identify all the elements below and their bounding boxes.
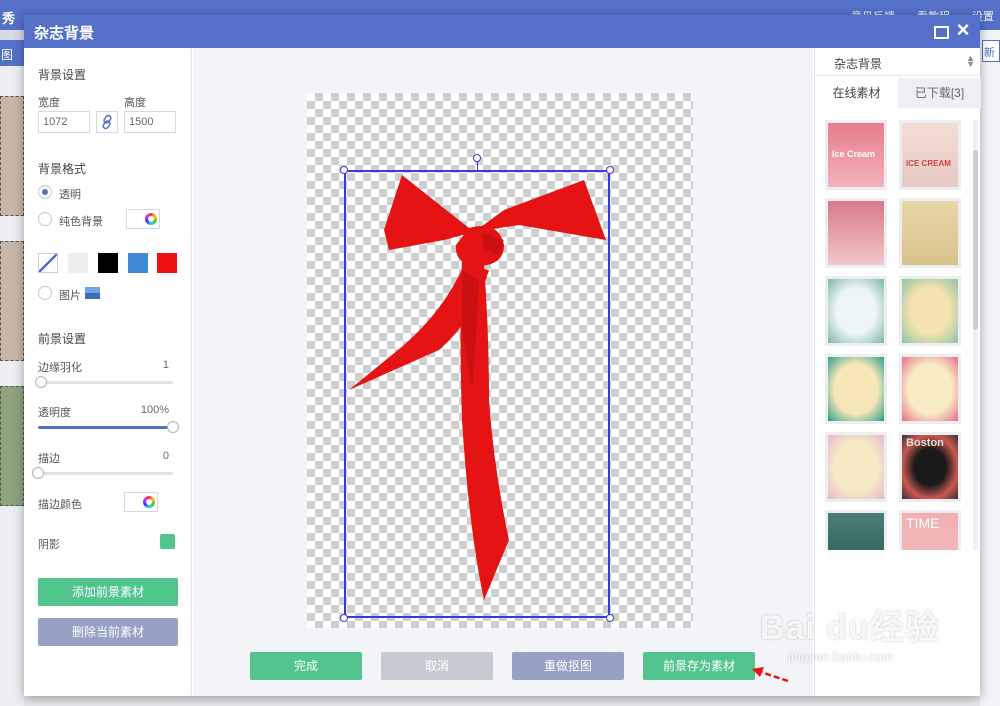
watermark-brand: Bai du经验 [760,609,940,647]
bg-color-picker[interactable] [126,209,160,229]
material-thumb[interactable] [899,354,961,424]
thumbnail-scrollbar[interactable] [973,120,978,550]
feather-slider[interactable] [34,376,173,388]
settings-panel: 背景设置 宽度 高度 1072 1500 背景格式 透明 纯色背景 图片 前景设… [24,48,192,696]
material-thumb[interactable]: ICE CREAM [899,120,961,190]
swatch-blue[interactable] [128,253,148,273]
transparent-radio[interactable] [38,185,52,199]
material-category-value: 杂志背景 [834,57,883,71]
swatch-black[interactable] [98,253,118,273]
opacity-value: 100% [140,404,169,416]
red-arrow-annotation [752,667,789,683]
stroke-slider[interactable] [32,467,173,479]
app-left-strip [0,66,24,706]
tab-downloaded[interactable]: 已下载[3] [898,78,981,108]
opacity-label: 透明度 [38,407,71,419]
rotate-line [477,161,478,170]
material-thumb[interactable] [825,354,887,424]
watermark-url: jingyan.baidu.com [788,649,893,664]
resize-handle[interactable] [606,166,614,174]
shadow-toggle[interactable] [160,534,175,549]
background-format-title: 背景格式 [38,162,87,176]
material-thumb[interactable] [825,510,887,550]
opacity-slider-knob[interactable] [167,421,179,433]
app-right-strip [980,30,1000,706]
solid-color-radio[interactable] [38,212,52,226]
feather-value: 1 [162,359,169,371]
feather-label: 边缘羽化 [38,362,82,374]
app-thumb[interactable] [0,96,24,216]
thumb-caption: Ice Cream [832,149,876,159]
baidu-watermark: Bai du经验 jingyan.baidu.com [760,600,940,664]
image-radio[interactable] [38,286,52,300]
picture-icon[interactable] [85,287,100,299]
rotate-handle[interactable] [473,154,481,162]
thumb-caption: ICE CREAM [906,159,951,168]
material-panel: 杂志背景 ▲ ▼ 在线素材 已下载[3] Ice Cream ICE CREAM … [814,48,981,696]
link-icon[interactable] [96,111,118,133]
material-thumb[interactable] [825,198,887,268]
thumb-caption: Boston [906,437,944,449]
height-label: 高度 [124,97,146,109]
material-thumb[interactable] [825,432,887,502]
stroke-color-label: 描边颜色 [38,499,82,511]
material-thumb[interactable]: TIME [899,510,961,550]
image-label: 图片 [59,290,81,302]
opacity-slider[interactable] [38,421,179,433]
material-thumb[interactable] [899,276,961,346]
material-thumb[interactable] [899,198,961,268]
selection-box[interactable] [344,170,610,618]
transparent-label: 透明 [59,189,81,201]
app-thumb[interactable] [0,386,24,506]
resize-handle[interactable] [340,614,348,622]
app-new-button[interactable]: 新 [982,40,1000,62]
width-label: 宽度 [38,97,60,109]
resize-handle[interactable] [340,166,348,174]
dialog-titlebar: 杂志背景 × [24,15,980,48]
app-logo: 秀 [2,11,16,26]
material-category-select[interactable]: 杂志背景 ▲ ▼ [815,48,981,76]
color-wheel-icon [143,496,155,508]
redo-matting-button[interactable]: 重做抠图 [512,652,624,680]
stroke-value: 0 [162,450,169,462]
scrollbar-thumb[interactable] [973,150,978,330]
background-settings-title: 背景设置 [38,68,87,82]
delete-foreground-button[interactable]: 删除当前素材 [38,618,178,646]
height-input[interactable]: 1500 [124,111,176,133]
add-foreground-button[interactable]: 添加前景素材 [38,578,178,606]
stroke-color-picker[interactable] [124,492,158,512]
stroke-slider-knob[interactable] [32,467,44,479]
dialog-title: 杂志背景 [34,25,95,42]
maximize-icon[interactable] [929,20,951,42]
resize-handle[interactable] [606,614,614,622]
thumb-caption: TIME [906,515,940,531]
updown-arrow-icon: ▲ ▼ [966,53,975,69]
opacity-slider-fill [38,426,173,429]
app-thumb[interactable] [0,241,24,361]
material-thumbnails: Ice Cream ICE CREAM Boston TIME [825,120,973,550]
material-thumb[interactable] [825,276,887,346]
swatch-red[interactable] [157,253,177,273]
close-icon[interactable]: × [952,19,974,42]
magazine-background-dialog: 杂志背景 × 背景设置 宽度 高度 1072 1500 背景格式 透明 纯色背景… [24,15,981,696]
swatch-transparent[interactable] [38,253,58,273]
app-tab-images[interactable]: 图片 [0,40,24,79]
foreground-settings-title: 前景设置 [38,332,87,346]
material-thumb[interactable]: Boston [899,432,961,502]
canvas-area [193,48,813,696]
tab-online-materials[interactable]: 在线素材 [815,78,898,108]
stroke-label: 描边 [38,453,60,465]
color-wheel-icon [145,213,157,225]
feather-slider-knob[interactable] [34,376,47,388]
solid-color-label: 纯色背景 [59,216,103,228]
done-button[interactable]: 完成 [250,652,362,680]
material-thumb[interactable]: Ice Cream [825,120,887,190]
width-input[interactable]: 1072 [38,111,90,133]
save-foreground-button[interactable]: 前景存为素材 [643,652,755,680]
shadow-label: 阴影 [38,539,60,551]
cancel-button[interactable]: 取消 [381,652,493,680]
swatch-light-gray[interactable] [68,253,88,273]
